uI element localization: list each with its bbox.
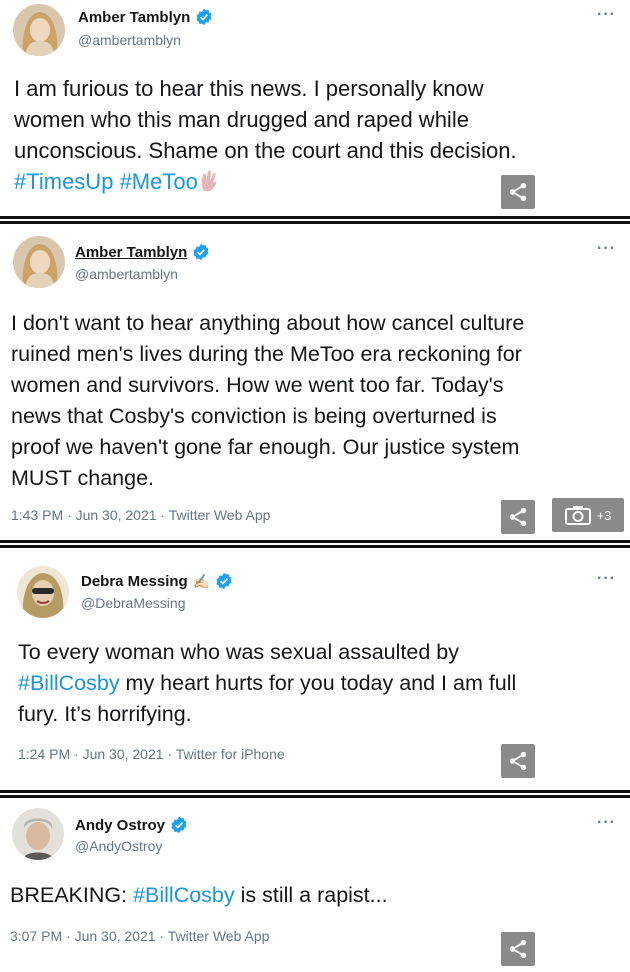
tweet-line: I don't want to hear anything about how …: [11, 311, 525, 335]
share-icon: [509, 182, 527, 202]
gallery-button[interactable]: +3: [552, 498, 624, 532]
handle[interactable]: @ambertamblyn: [75, 266, 178, 282]
tweet-text: I don't want to hear anything about how …: [11, 308, 524, 494]
avatar-photo: [13, 236, 65, 288]
display-name[interactable]: Amber Tamblyn: [75, 244, 187, 261]
divider: [0, 216, 630, 224]
avatar-photo: [12, 808, 64, 860]
gallery-count: +3: [596, 507, 612, 523]
tweet-line: MUST change.: [11, 466, 155, 490]
raised-hand-emoji-icon: [198, 169, 220, 193]
verified-badge-icon: [192, 243, 210, 261]
avatar-photo: [17, 566, 69, 618]
tweet-line: #TimesUp #MeToo: [14, 166, 517, 197]
tweet-line: women who this man drugged and raped whi…: [14, 107, 469, 132]
share-button[interactable]: [501, 932, 535, 966]
share-button[interactable]: [501, 744, 535, 778]
tweet-timestamp[interactable]: 3:07 PM · Jun 30, 2021 · Twitter Web App: [10, 928, 269, 944]
tweet-4: Andy Ostroy @AndyOstroy ··· BREAKING: #B…: [0, 800, 630, 972]
avatar[interactable]: [13, 4, 65, 56]
tweet-line: BREAKING: #BillCosby is still a rapist..…: [10, 880, 388, 911]
camera-icon: [564, 506, 591, 525]
more-options-icon[interactable]: ···: [597, 240, 616, 258]
display-name[interactable]: Debra Messing: [81, 573, 188, 590]
tweet-line: ruined men's lives during the MeToo era …: [11, 342, 522, 366]
tweet-line: unconscious. Shame on the court and this…: [14, 138, 517, 163]
divider: [0, 790, 630, 798]
writing-hand-emoji-icon: ✍🏻: [192, 572, 211, 589]
more-options-icon[interactable]: ···: [597, 814, 616, 832]
hashtag-link[interactable]: #MeToo: [120, 169, 198, 194]
tweet-text-span: BREAKING:: [10, 883, 134, 907]
tweet-text: To every woman who was sexual assaulted …: [18, 637, 516, 730]
display-name[interactable]: Amber Tamblyn: [78, 9, 190, 26]
tweet-line: proof we haven't gone far enough. Our ju…: [11, 435, 520, 459]
tweet-line: women and survivors. How we went too far…: [11, 373, 504, 397]
share-icon: [509, 507, 527, 527]
verified-badge-icon: [170, 816, 188, 834]
tweet-timestamp[interactable]: 1:43 PM · Jun 30, 2021 · Twitter Web App: [11, 507, 270, 523]
tweet-text: I am furious to hear this news. I person…: [14, 73, 517, 197]
hashtag-link[interactable]: #BillCosby: [133, 883, 235, 907]
tweet-2: Amber Tamblyn @ambertamblyn ··· I don't …: [0, 226, 630, 540]
hashtag-link[interactable]: #BillCosby: [18, 671, 120, 695]
share-button[interactable]: [501, 500, 535, 534]
handle[interactable]: @DebraMessing: [81, 595, 185, 611]
tweet-line: I am furious to hear this news. I person…: [14, 76, 484, 101]
display-name[interactable]: Andy Ostroy: [75, 817, 165, 834]
tweet-text: BREAKING: #BillCosby is still a rapist..…: [10, 880, 388, 911]
tweet-text-span: is still a rapist...: [234, 883, 388, 907]
hashtag-link[interactable]: #TimesUp: [14, 169, 113, 194]
tweet-line: fury. It’s horrifying.: [18, 702, 192, 726]
divider: [0, 540, 630, 548]
tweet-text-span: my heart hurts for you today and I am fu…: [119, 671, 517, 695]
avatar[interactable]: [12, 808, 64, 860]
handle[interactable]: @ambertamblyn: [78, 32, 181, 48]
share-icon: [509, 751, 527, 771]
tweet-line: news that Cosby's conviction is being ov…: [11, 404, 497, 428]
tweet-line: To every woman who was sexual assaulted …: [18, 640, 459, 664]
verified-badge-icon: [215, 572, 233, 590]
avatar[interactable]: [13, 236, 65, 288]
share-icon: [509, 939, 527, 959]
avatar[interactable]: [17, 566, 69, 618]
more-options-icon[interactable]: ···: [597, 570, 616, 588]
share-button[interactable]: [501, 175, 535, 209]
tweet-1: Amber Tamblyn @ambertamblyn ··· I am fur…: [0, 0, 630, 216]
more-options-icon[interactable]: ···: [597, 6, 616, 24]
handle[interactable]: @AndyOstroy: [75, 838, 162, 854]
verified-badge-icon: [195, 8, 213, 26]
tweet-timestamp[interactable]: 1:24 PM · Jun 30, 2021 · Twitter for iPh…: [18, 746, 285, 762]
tweet-line: #BillCosby my heart hurts for you today …: [18, 668, 516, 699]
avatar-photo: [13, 4, 65, 56]
tweet-3: Debra Messing ✍🏻 @DebraMessing ··· To ev…: [0, 550, 630, 790]
